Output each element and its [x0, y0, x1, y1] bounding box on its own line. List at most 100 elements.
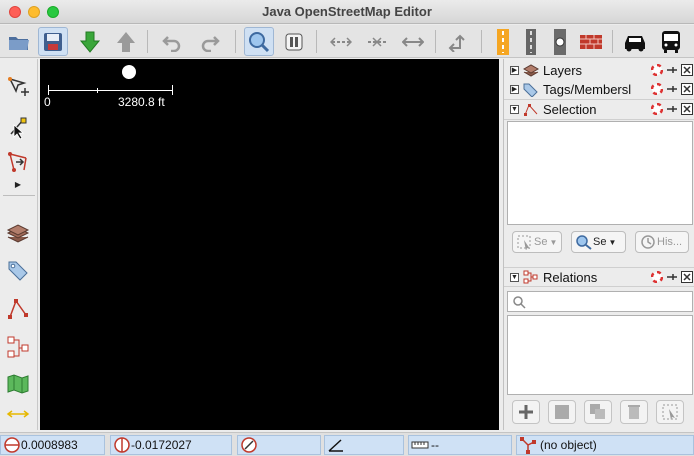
- scale-start-label: 0: [44, 95, 51, 109]
- selection-panel-header[interactable]: ▼ Selection: [504, 100, 694, 120]
- wall-preset-button[interactable]: [576, 27, 606, 56]
- upload-button[interactable]: [111, 27, 141, 56]
- split-way-icon: [330, 36, 352, 47]
- plus-icon: [519, 405, 533, 419]
- selection-list-icon: [524, 103, 538, 116]
- longitude-icon: [114, 437, 130, 453]
- traffic-signal-preset-icon: [554, 28, 566, 55]
- close-panel-icon[interactable]: [681, 271, 693, 283]
- delete-mode-button[interactable]: [4, 148, 32, 176]
- open-button[interactable]: [4, 27, 34, 56]
- collapse-icon[interactable]: ▼: [510, 105, 519, 114]
- zoom-button[interactable]: [244, 27, 274, 56]
- search-icon: [513, 295, 526, 309]
- save-icon: [44, 32, 62, 51]
- road-preset-button[interactable]: [488, 27, 518, 56]
- close-panel-icon[interactable]: [681, 64, 693, 76]
- select-mode-button[interactable]: [4, 73, 32, 101]
- layers-panel-header[interactable]: ▶ Layers: [504, 61, 694, 81]
- layers-icon: [6, 224, 30, 243]
- detach-pin-icon[interactable]: [666, 271, 678, 283]
- relations-panel-header[interactable]: ▼ Relations: [504, 267, 694, 287]
- search-selection-button[interactable]: Se ▼: [571, 231, 626, 253]
- way-node-icon: [520, 437, 536, 454]
- status-bar: 0.0008983 -0.0172027 -- (no object): [0, 432, 694, 456]
- window-title: Java OpenStreetMap Editor: [262, 4, 432, 19]
- select-dashed-icon: [662, 404, 678, 420]
- duplicate-icon: [590, 404, 605, 419]
- align-line-button[interactable]: [398, 27, 428, 56]
- toggle-selection-button[interactable]: [4, 295, 32, 323]
- expand-arrow-icon[interactable]: ▶: [0, 180, 36, 194]
- draw-mode-button[interactable]: [4, 113, 32, 141]
- select-dashed-icon: [517, 235, 531, 250]
- tag-icon: [8, 261, 28, 281]
- select-button[interactable]: Se ▼: [512, 231, 562, 253]
- preferences-icon: [285, 33, 303, 50]
- angle-icon: [328, 439, 343, 452]
- selection-list[interactable]: [507, 121, 693, 225]
- car-preset-button[interactable]: [620, 27, 650, 56]
- tag-icon: [523, 83, 538, 97]
- more-tools-button[interactable]: [4, 407, 32, 421]
- gps-position-marker: [122, 65, 136, 79]
- toggle-relations-button[interactable]: [4, 333, 32, 361]
- traffic-signal-preset-button[interactable]: [545, 27, 575, 56]
- help-lifebuoy-icon[interactable]: [651, 271, 663, 283]
- edit-relation-button[interactable]: [548, 400, 576, 424]
- reverse-way-icon: [448, 34, 465, 52]
- expand-icon[interactable]: ▶: [510, 85, 519, 94]
- help-lifebuoy-icon[interactable]: [651, 64, 663, 76]
- car-preset-icon: [625, 35, 645, 51]
- toggle-map-paint-button[interactable]: [4, 370, 32, 398]
- detach-pin-icon[interactable]: [666, 83, 678, 95]
- close-panel-icon[interactable]: [681, 83, 693, 95]
- close-panel-icon[interactable]: [681, 103, 693, 115]
- download-button[interactable]: [75, 27, 105, 56]
- bus-preset-button[interactable]: [656, 27, 686, 56]
- toggle-tags-button[interactable]: [4, 257, 32, 285]
- save-button[interactable]: [38, 27, 68, 56]
- expand-icon[interactable]: ▶: [510, 66, 519, 75]
- tags-panel-title: Tags/Membersl: [543, 82, 632, 97]
- relation-search-input[interactable]: [507, 291, 693, 312]
- delete-way-icon: [8, 152, 27, 172]
- main-toolbar: [0, 25, 694, 58]
- heading-field: [237, 435, 321, 455]
- help-lifebuoy-icon[interactable]: [651, 83, 663, 95]
- delete-relation-button[interactable]: [620, 400, 648, 424]
- search-icon: [576, 235, 592, 250]
- relations-list[interactable]: [507, 315, 693, 395]
- duplicate-relation-button[interactable]: [584, 400, 612, 424]
- scale-bar: [48, 90, 173, 91]
- combine-way-button[interactable]: [362, 27, 392, 56]
- object-info-field: (no object): [516, 435, 694, 455]
- reverse-way-button[interactable]: [444, 27, 474, 56]
- select-relation-members-button[interactable]: [656, 400, 684, 424]
- collapse-icon[interactable]: ▼: [510, 272, 519, 282]
- longitude-field: -0.0172027: [110, 435, 232, 455]
- new-relation-button[interactable]: [512, 400, 540, 424]
- path-preset-button[interactable]: [516, 27, 546, 56]
- trash-icon: [628, 405, 640, 419]
- split-way-button[interactable]: [326, 27, 356, 56]
- map-view[interactable]: 0 3280.8 ft: [40, 59, 499, 430]
- combine-way-icon: [368, 36, 386, 47]
- angle-field: [324, 435, 404, 455]
- undo-button[interactable]: [157, 27, 187, 56]
- undo-icon: [162, 35, 181, 52]
- redo-icon: [201, 35, 220, 52]
- history-button[interactable]: His...: [635, 231, 689, 253]
- scale-value-label: 3280.8 ft: [118, 95, 165, 109]
- detach-pin-icon[interactable]: [666, 64, 678, 76]
- preferences-button[interactable]: [279, 27, 309, 56]
- compass-icon: [241, 437, 257, 453]
- tags-panel-header[interactable]: ▶ Tags/Membersl: [504, 80, 694, 100]
- title-bar: Java OpenStreetMap Editor: [0, 0, 694, 24]
- josm-window: Java OpenStreetMap Editor ▶ 0 3280.8 ft …: [0, 0, 694, 456]
- help-lifebuoy-icon[interactable]: [651, 103, 663, 115]
- detach-pin-icon[interactable]: [666, 103, 678, 115]
- redo-button[interactable]: [195, 27, 225, 56]
- toggle-layers-button[interactable]: [4, 221, 32, 249]
- relations-icon: [523, 270, 538, 284]
